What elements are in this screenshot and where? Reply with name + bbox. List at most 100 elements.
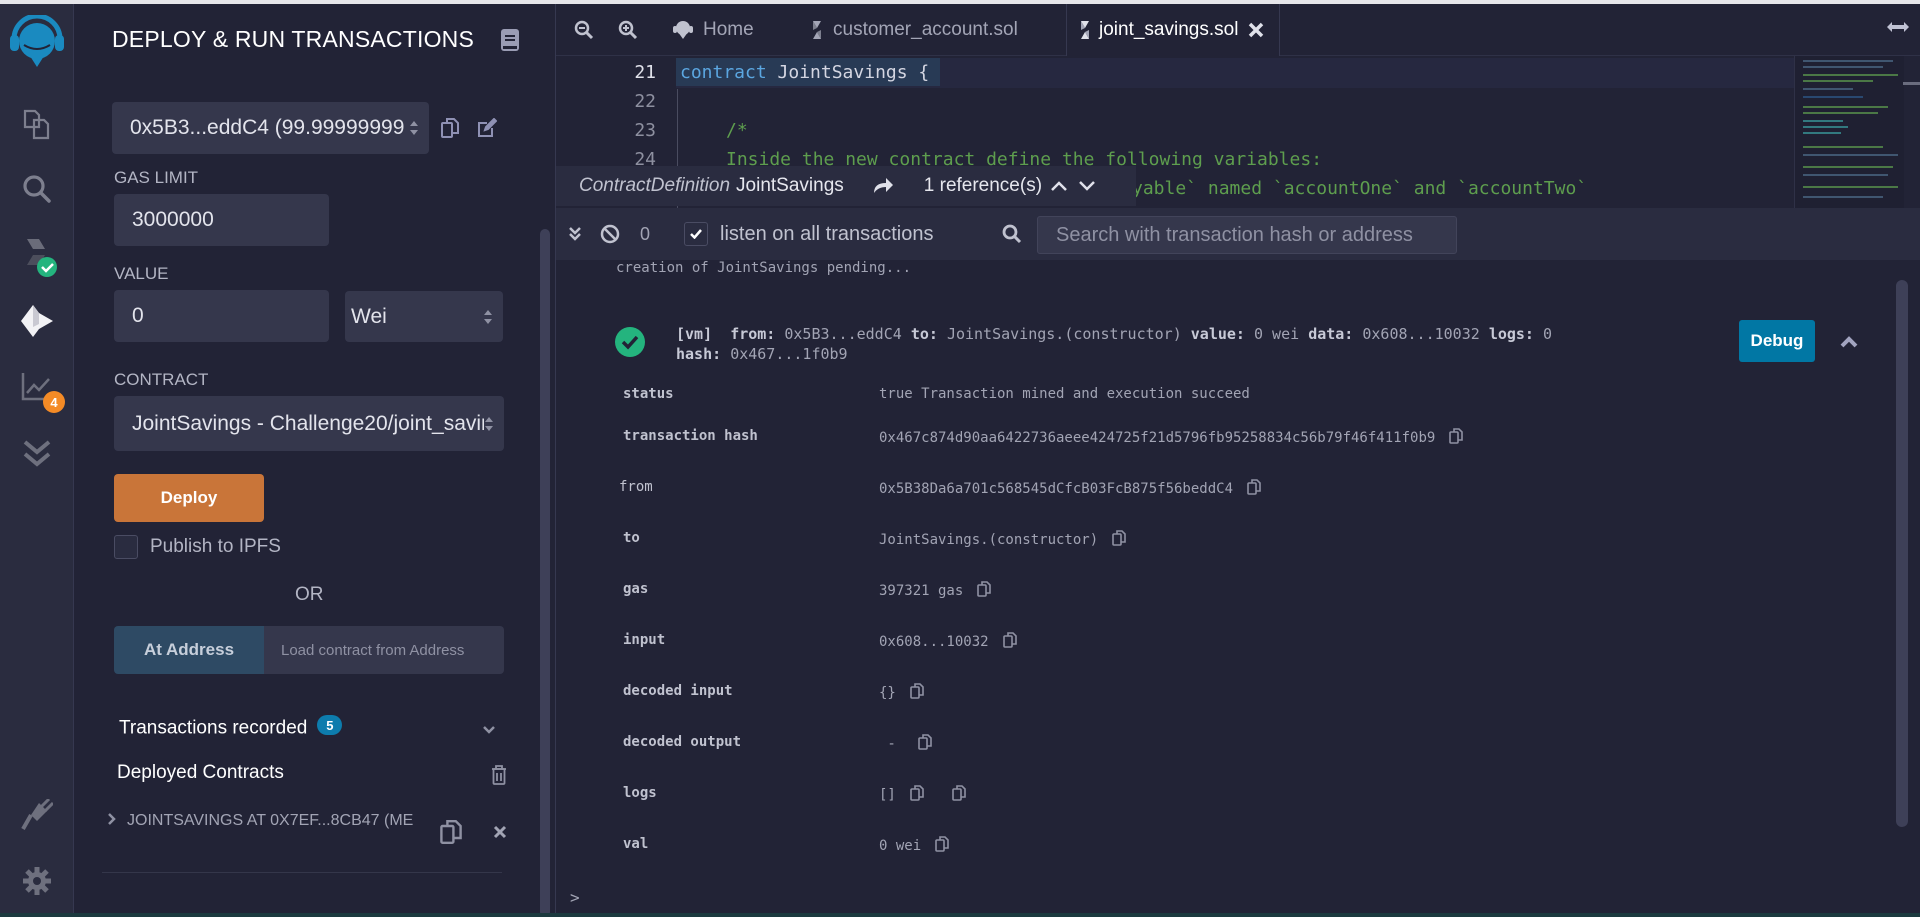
- minimap[interactable]: [1794, 56, 1904, 208]
- tx-data: 0x608...10032: [1362, 325, 1480, 343]
- remix-logo-icon[interactable]: [0, 12, 74, 74]
- tab-home[interactable]: Home: [671, 4, 774, 56]
- detail-label: to: [623, 530, 640, 546]
- at-address-button[interactable]: At Address: [114, 626, 264, 674]
- copy-icon[interactable]: [910, 683, 924, 703]
- detail-value-row: true Transaction mined and execution suc…: [879, 386, 1250, 402]
- detail-label: transaction hash: [623, 428, 758, 444]
- previous-reference-icon[interactable]: [1050, 180, 1068, 192]
- chevron-down-icon[interactable]: [482, 722, 496, 740]
- unit-select[interactable]: Wei: [345, 291, 503, 342]
- tab-joint-savings[interactable]: joint_savings.sol: [1066, 4, 1281, 56]
- clear-console-icon[interactable]: [600, 224, 620, 244]
- documentation-icon[interactable]: [500, 28, 520, 52]
- detail-value-row: 0x608...10032: [879, 632, 1017, 652]
- detail-label: input: [623, 632, 666, 648]
- plugin-manager-icon[interactable]: [0, 790, 74, 840]
- detail-value: 0x608...10032: [879, 634, 989, 650]
- success-icon: [615, 327, 645, 357]
- detail-value-row: {}: [879, 683, 924, 703]
- console-prompt[interactable]: >: [570, 888, 580, 907]
- search-icon[interactable]: [0, 164, 74, 214]
- zoom-out-icon[interactable]: [574, 20, 594, 45]
- collapse-terminal-icon[interactable]: [568, 226, 582, 242]
- chevron-right-icon: [108, 813, 116, 825]
- listen-label: listen on all transactions: [720, 222, 934, 245]
- publish-ipfs-checkbox[interactable]: [114, 535, 138, 559]
- gas-limit-label: GAS LIMIT: [114, 168, 199, 187]
- testing-icon[interactable]: [0, 428, 74, 478]
- tx-value: 0 wei: [1254, 325, 1300, 343]
- pending-tx-count: 0: [640, 223, 651, 244]
- tx-to: JointSavings.(constructor): [946, 325, 1182, 343]
- transaction-search-input[interactable]: Search with transaction hash or address: [1037, 216, 1457, 254]
- deployed-contract-item[interactable]: JOINTSAVINGS AT 0X7EF...8CB47 (ME: [107, 812, 413, 830]
- solidity-file-icon: [1081, 21, 1089, 39]
- file-explorer-icon[interactable]: [0, 99, 74, 149]
- trash-icon[interactable]: [491, 765, 507, 790]
- select-arrows-icon: [485, 416, 493, 431]
- panel-scrollbar[interactable]: [540, 229, 550, 917]
- tx-to-label: to:: [910, 325, 938, 343]
- reference-bar: ContractDefinition JointSavings 1 refere…: [556, 166, 1136, 206]
- copy-icon[interactable]: [1449, 428, 1464, 448]
- detail-value: JointSavings.(constructor): [879, 532, 1099, 548]
- copy-icon[interactable]: [1002, 632, 1017, 652]
- copy-icon[interactable]: [918, 734, 933, 754]
- deploy-button[interactable]: Deploy: [114, 474, 264, 522]
- remove-contract-icon[interactable]: [493, 825, 507, 844]
- detail-value: 0 wei: [879, 838, 922, 854]
- settings-icon[interactable]: [0, 856, 74, 906]
- copy-account-icon[interactable]: [441, 118, 459, 143]
- copy-icon[interactable]: [1247, 479, 1261, 499]
- copy-icon[interactable]: [935, 836, 949, 856]
- account-select[interactable]: 0x5B3...eddC4 (99.99999999: [112, 102, 429, 154]
- collapse-tx-icon[interactable]: [1839, 335, 1859, 349]
- gas-limit-input[interactable]: 3000000: [114, 194, 329, 246]
- detail-value-row: []: [879, 785, 966, 805]
- analysis-icon[interactable]: 4: [0, 361, 74, 413]
- at-address-input[interactable]: Load contract from Address: [264, 626, 504, 674]
- detail-value: -: [879, 736, 905, 752]
- code-comment: /*: [726, 120, 748, 141]
- reference-count: 1 reference(s): [923, 175, 1043, 196]
- deploy-run-icon[interactable]: [0, 296, 74, 346]
- checkmark-icon: [690, 229, 702, 239]
- detail-label: status: [623, 386, 674, 402]
- copy-icon[interactable]: [952, 785, 966, 805]
- zoom-in-icon[interactable]: [618, 20, 638, 45]
- detail-value-row: JointSavings.(constructor): [879, 530, 1126, 550]
- solidity-file-icon: [813, 21, 821, 39]
- tx-from-label: from:: [730, 325, 776, 343]
- goto-definition-icon[interactable]: [872, 177, 894, 195]
- edit-account-icon[interactable]: [477, 117, 498, 143]
- copy-icon[interactable]: [977, 581, 992, 601]
- icon-sidebar: 4: [0, 4, 74, 917]
- copy-icon[interactable]: [910, 785, 924, 805]
- solidity-compiler-icon[interactable]: [0, 232, 74, 282]
- tx-logs-label: logs:: [1488, 325, 1534, 343]
- listen-checkbox[interactable]: [684, 222, 709, 246]
- value-input[interactable]: 0: [114, 290, 329, 342]
- line-number: 23: [634, 120, 656, 141]
- copy-icon[interactable]: [1112, 530, 1126, 550]
- terminal-scrollbar[interactable]: [1896, 280, 1908, 827]
- reference-kind: ContractDefinition: [579, 175, 731, 196]
- close-tab-icon[interactable]: [1248, 22, 1264, 38]
- tab-label: Home: [703, 19, 754, 40]
- contract-select[interactable]: JointSavings - Challenge20/joint_savings…: [114, 396, 504, 451]
- detail-label: decoded output: [623, 734, 742, 750]
- detail-label: val: [623, 836, 649, 852]
- expand-horizontal-icon[interactable]: [1886, 20, 1910, 38]
- debug-button[interactable]: Debug: [1739, 320, 1815, 362]
- tab-customer-account[interactable]: customer_account.sol: [811, 4, 1018, 56]
- tx-logs: 0: [1543, 325, 1553, 343]
- tx-hash: 0x467...1f0b9: [730, 345, 848, 363]
- transactions-recorded-toggle[interactable]: Transactions recorded 5: [119, 715, 343, 740]
- next-reference-icon[interactable]: [1078, 180, 1096, 192]
- editor-area: Home customer_account.sol joint_savings.…: [555, 4, 1920, 917]
- editor-scroll-indicator[interactable]: [1903, 82, 1920, 85]
- copy-contract-address-icon[interactable]: [440, 820, 462, 849]
- transaction-summary[interactable]: [vm] from: 0x5B3...eddC4 to: JointSaving…: [676, 324, 1552, 364]
- or-label: OR: [295, 584, 324, 605]
